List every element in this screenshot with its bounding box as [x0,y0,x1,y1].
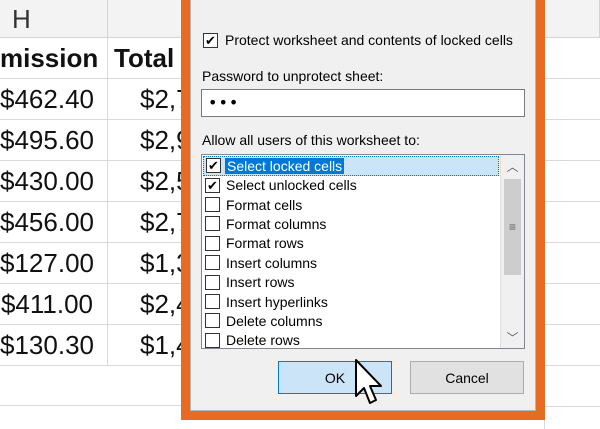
permission-item[interactable]: Delete columns [203,311,499,331]
cancel-button-label: Cancel [445,369,489,386]
cell-text: Total [114,43,175,73]
permission-checkbox[interactable] [205,197,220,213]
empty-cell[interactable] [545,38,600,79]
column-header-next[interactable] [545,0,600,38]
permission-label: Insert rows [226,274,295,291]
permission-checkbox[interactable] [205,294,220,310]
permission-label: Select locked cells [225,157,345,174]
grip-icon: ≡ [508,220,516,234]
empty-row[interactable] [0,365,188,406]
cell-total[interactable]: $2,9 [108,120,188,161]
cell-header-commission[interactable]: mission [0,38,108,79]
permission-item[interactable]: Delete rows [203,331,499,349]
allow-users-label: Allow all users of this worksheet to: [202,132,420,148]
permission-label: Format columns [226,215,327,232]
cell-commission[interactable]: $411.00 [0,284,108,325]
permission-checkbox[interactable] [205,255,220,271]
protect-sheet-dialog: ✔ Protect worksheet and contents of lock… [181,0,545,420]
cell-text: $127.00 [0,248,94,278]
cell-total[interactable]: $1,3 [108,243,188,284]
cell-total[interactable]: $2,7 [108,79,188,120]
protect-worksheet-checkbox[interactable]: ✔ [203,32,218,48]
column-header-i[interactable] [108,0,188,38]
cell-total[interactable]: $1,4 [108,325,188,366]
permission-checkbox[interactable] [205,332,220,348]
permission-item[interactable]: Format rows [203,234,499,254]
permissions-list[interactable]: ✔ Select locked cells ✔ Select unlocked cel… [201,154,525,349]
empty-cell[interactable] [545,243,600,284]
cell-header-total[interactable]: Total [108,38,188,79]
empty-cell[interactable] [545,366,600,407]
cell-text: $462.40 [0,84,94,114]
empty-cell[interactable] [545,161,600,202]
cell-commission[interactable]: $430.00 [0,161,108,202]
cell-text: $495.60 [0,125,94,155]
cell-commission[interactable]: $456.00 [0,202,108,243]
empty-cell[interactable] [545,325,600,366]
empty-cell[interactable] [545,120,600,161]
cell-commission[interactable]: $495.60 [0,120,108,161]
cell-total[interactable]: $2,7 [108,202,188,243]
cell-commission[interactable]: $127.00 [0,243,108,284]
empty-cell[interactable] [545,79,600,120]
permission-label: Delete rows [226,332,300,349]
permission-item[interactable]: Insert hyperlinks [203,292,499,312]
permission-label: Format rows [226,235,304,252]
cell-total[interactable]: $2,5 [108,161,188,202]
cell-text: mission [0,43,99,73]
permission-item[interactable]: ✔ Select unlocked cells [203,175,499,195]
permission-item[interactable]: Format cells [203,195,499,215]
scroll-down-icon[interactable]: ﹀ [501,326,524,348]
permission-label: Insert columns [226,254,318,271]
empty-cell[interactable] [545,202,600,243]
permission-checkbox[interactable] [205,274,220,290]
cell-text: $456.00 [0,207,94,237]
cancel-button[interactable]: Cancel [410,361,524,394]
permission-item[interactable]: Insert columns [203,253,499,273]
dialog-body: ✔ Protect worksheet and contents of lock… [190,0,536,411]
cell-text: $130.30 [0,330,94,360]
permission-checkbox[interactable]: ✔ [205,177,220,193]
permission-item[interactable]: Format columns [203,214,499,234]
scroll-up-icon[interactable]: ︿ [501,155,524,177]
ok-button-label: OK [324,369,346,386]
cell-text: $430.00 [0,166,94,196]
password-label: Password to unprotect sheet: [202,68,384,84]
mouse-pointer-icon [355,359,382,404]
permission-label: Format cells [226,196,303,213]
cell-text: $411.00 [0,289,93,319]
permission-label: Delete columns [226,312,323,329]
permission-item[interactable]: Insert rows [203,272,499,292]
scroll-thumb[interactable]: ≡ [504,179,521,275]
permission-checkbox[interactable] [205,235,220,251]
permission-checkbox[interactable] [205,313,220,329]
protect-worksheet-option[interactable]: ✔ Protect worksheet and contents of lock… [203,32,513,48]
cell-commission[interactable]: $462.40 [0,79,108,120]
column-header-h[interactable]: H [0,0,108,38]
column-header-h-label: H [12,4,31,34]
empty-cell[interactable] [545,284,600,325]
protect-worksheet-label: Protect worksheet and contents of locked… [225,32,513,48]
permissions-scrollbar[interactable]: ︿ ≡ ﹀ [500,155,524,348]
cell-commission[interactable]: $130.30 [0,325,108,366]
permission-checkbox[interactable]: ✔ [206,158,221,174]
permission-checkbox[interactable] [205,216,220,232]
cell-total[interactable]: $2,4 [108,284,188,325]
permission-item[interactable]: ✔ Select locked cells [203,156,499,176]
permission-label: Select unlocked cells [226,177,357,194]
permission-label: Insert hyperlinks [226,293,328,310]
password-input[interactable]: ••• [201,89,525,117]
